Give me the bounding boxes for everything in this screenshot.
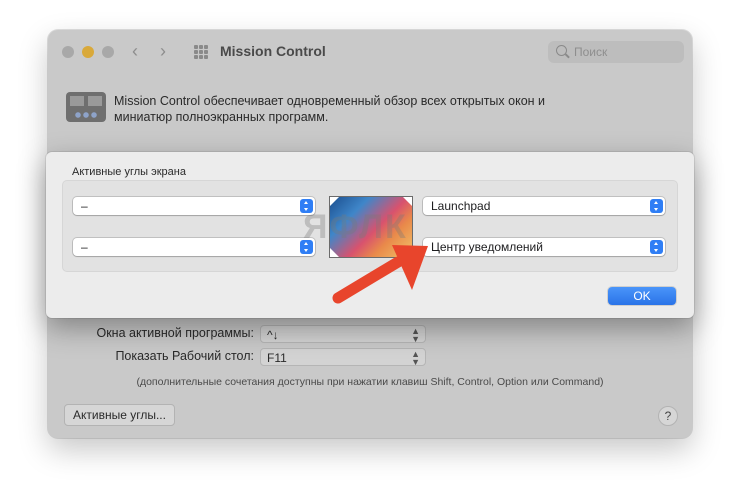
app-windows-label: Окна активной программы: [96,326,254,340]
watermark-logo: ЯФЛК [303,208,408,246]
top-right-corner-select[interactable]: Launchpad [423,197,665,215]
popup-chevron-icon [650,240,663,254]
hot-corners-button[interactable]: Активные углы... [64,404,175,426]
top-right-value: Launchpad [431,199,491,213]
mission-control-icon [66,92,106,122]
search-placeholder: Поиск [574,45,608,59]
updown-arrows-icon: ▲ ▼ [411,349,420,367]
titlebar: ‹ › Mission Control Поиск [48,30,692,74]
updown-arrows-icon: ▲ ▼ [411,326,420,344]
forward-chevron-icon[interactable]: › [160,41,166,62]
show-desktop-value: F11 [267,351,287,365]
popup-chevron-icon [650,199,663,213]
window-title: Mission Control [220,43,326,59]
top-left-value: – [81,199,88,213]
app-windows-value: ^↓ [267,328,279,342]
bottom-left-value: – [81,240,88,254]
bottom-left-corner-select[interactable]: – [73,238,315,256]
modifier-note: (дополнительные сочетания доступны при н… [136,376,604,388]
zoom-button[interactable] [102,46,114,58]
bottom-right-corner-select[interactable]: Центр уведомлений [423,238,665,256]
help-button[interactable]: ? [658,406,678,426]
top-left-corner-select[interactable]: – [73,197,315,215]
show-all-grid-icon[interactable] [194,45,208,59]
show-desktop-label: Показать Рабочий стол: [115,349,254,363]
minimize-button[interactable] [82,46,94,58]
ok-button[interactable]: OK [608,287,676,305]
sheet-title: Активные углы экрана [72,166,186,178]
search-icon [556,45,567,56]
search-field[interactable]: Поиск [548,41,684,63]
app-windows-select[interactable]: ^↓ ▲ ▼ [260,325,426,344]
pane-description: Mission Control обеспечивает одновременн… [114,94,545,124]
show-desktop-select[interactable]: F11 ▲ ▼ [260,348,426,367]
close-button[interactable] [62,46,74,58]
back-chevron-icon[interactable]: ‹ [132,41,138,62]
bottom-right-value: Центр уведомлений [431,240,543,254]
